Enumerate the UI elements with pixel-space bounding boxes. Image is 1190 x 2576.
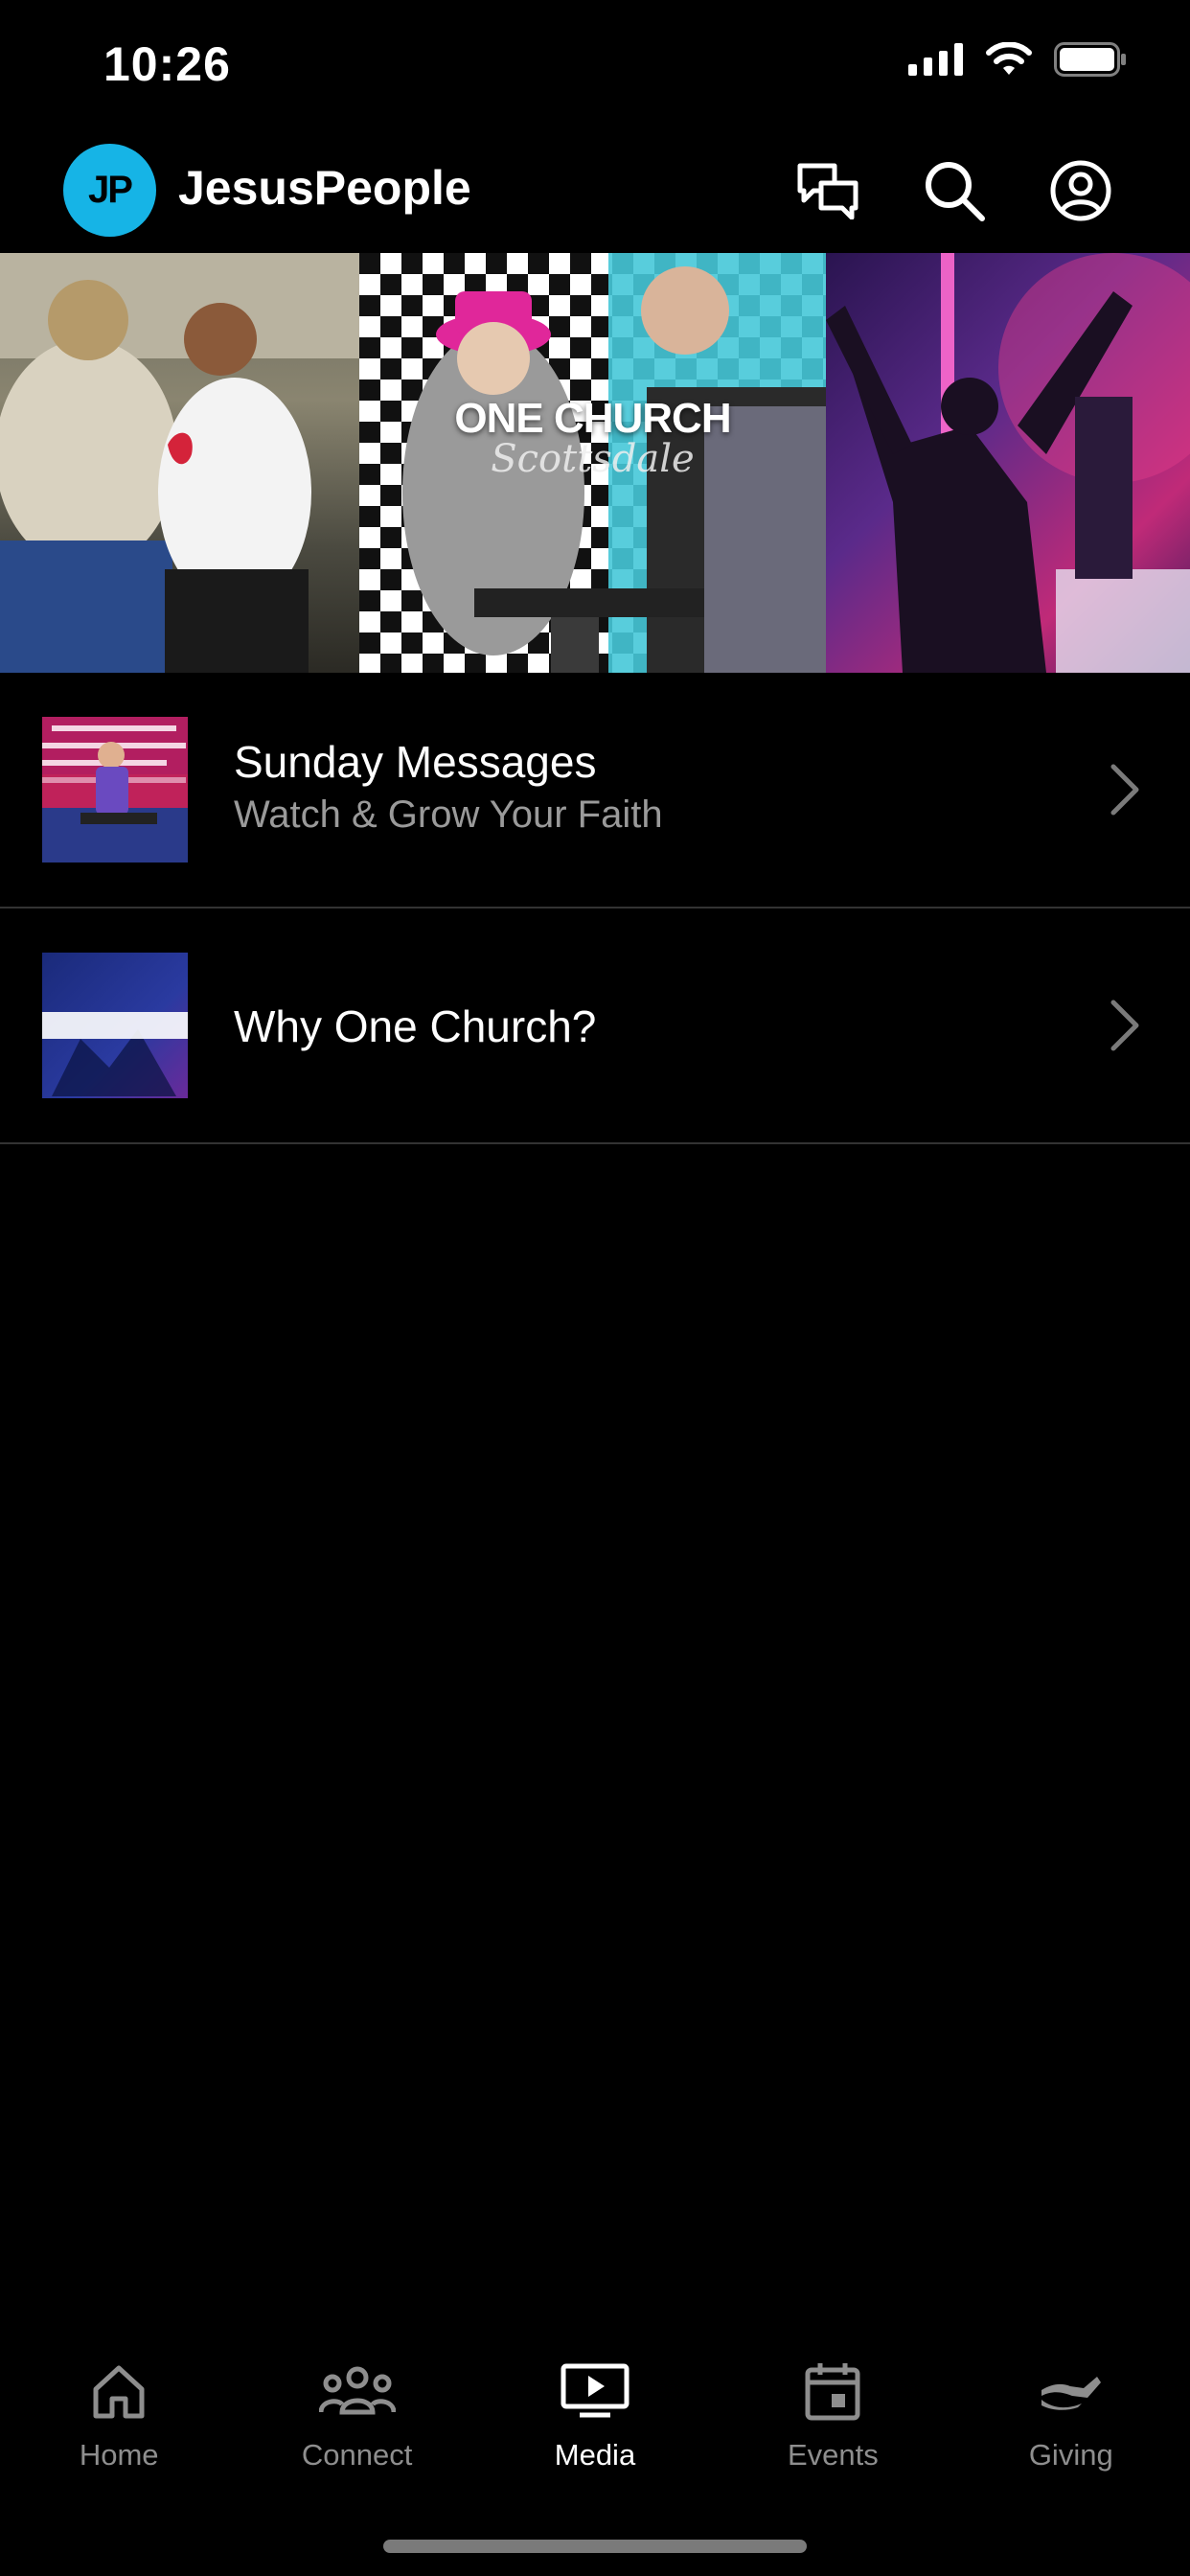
sunday-messages-thumbnail [42, 717, 188, 862]
tab-label: Events [787, 2438, 879, 2472]
home-indicator[interactable] [383, 2540, 807, 2553]
app-logo[interactable]: JP [63, 144, 156, 237]
tab-label: Media [554, 2438, 636, 2472]
hero-photo-community [0, 253, 359, 673]
hero-brand-script: Scottsdale [491, 437, 695, 481]
people-icon [318, 2358, 396, 2425]
search-icon [926, 162, 985, 221]
hero-brand: ONE CHURCH Scottsdale [359, 395, 826, 481]
chevron-right-icon [1110, 1000, 1139, 1051]
play-screen-icon [557, 2358, 633, 2425]
hero-banner[interactable]: ONE CHURCH Scottsdale [0, 253, 1190, 673]
chevron-right-icon [1110, 764, 1139, 816]
app-header: JP JesusPeople [0, 129, 1190, 254]
list-item-title: Why One Church? [234, 1001, 597, 1051]
tab-home[interactable]: Home [0, 2338, 238, 2492]
media-list: Sunday Messages Watch & Grow Your Faith [0, 673, 1190, 1144]
cellular-signal-icon [908, 43, 963, 76]
status-icons [908, 42, 1127, 77]
wifi-icon [986, 42, 1032, 75]
calendar-icon [794, 2358, 871, 2425]
tab-connect[interactable]: Connect [238, 2338, 475, 2492]
why-one-church-thumbnail [42, 953, 188, 1098]
app-title: JesusPeople [178, 161, 471, 215]
tab-label: Home [79, 2438, 159, 2472]
tab-bar: Home Connect Media Events Giving [0, 2338, 1190, 2492]
list-item-title: Sunday Messages [234, 737, 597, 787]
hero-photo-pastors: ONE CHURCH Scottsdale [359, 253, 826, 673]
profile-button[interactable] [1044, 154, 1117, 227]
list-item-why-one-church[interactable]: Why One Church? [0, 908, 1190, 1144]
tab-media[interactable]: Media [476, 2338, 714, 2492]
list-item-subtitle: Watch & Grow Your Faith [234, 794, 663, 836]
home-icon [80, 2358, 157, 2425]
list-item-sunday-messages[interactable]: Sunday Messages Watch & Grow Your Faith [0, 673, 1190, 908]
tab-events[interactable]: Events [714, 2338, 951, 2492]
tab-label: Giving [1028, 2438, 1113, 2472]
chat-icon [797, 163, 858, 219]
tab-giving[interactable]: Giving [952, 2338, 1190, 2492]
profile-icon [1050, 160, 1111, 221]
search-button[interactable] [918, 154, 991, 227]
status-time: 10:26 [103, 37, 231, 91]
status-bar: 10:26 [0, 0, 1190, 129]
hero-brand-title: ONE CHURCH [454, 395, 731, 442]
giving-hand-icon [1033, 2358, 1110, 2425]
tab-label: Connect [301, 2438, 413, 2472]
battery-icon [1054, 42, 1126, 77]
chat-button[interactable] [791, 154, 864, 227]
hero-photo-worship [826, 253, 1190, 673]
